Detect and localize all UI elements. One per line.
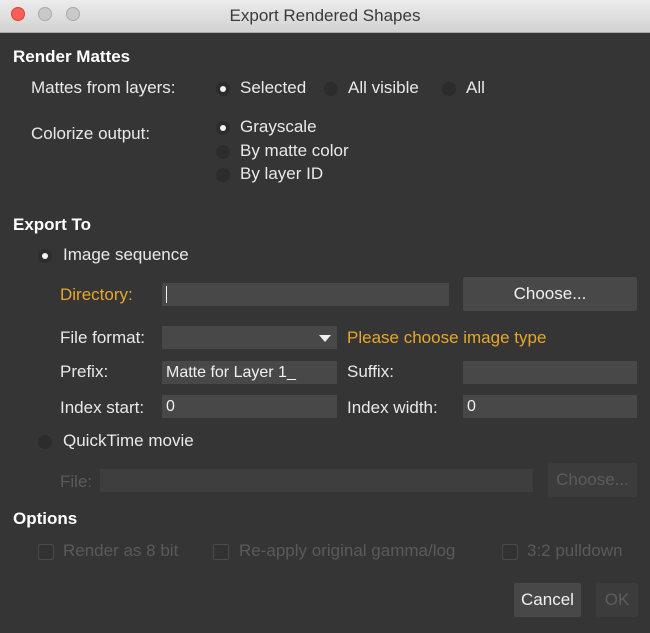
quicktime-file-input[interactable] [100,469,533,492]
text-caret [166,286,167,303]
chevron-down-icon [319,335,331,342]
choose-quicktime-file-button[interactable]: Choose... [548,463,637,497]
quicktime-radio[interactable] [38,435,52,449]
mattes-all-visible-radio[interactable] [324,82,338,96]
render-mattes-heading: Render Mattes [13,47,131,66]
prefix-input[interactable]: Matte for Layer 1_ [162,361,337,384]
window-title: Export Rendered Shapes [229,6,421,25]
mattes-selected-radio[interactable] [216,82,230,96]
colorize-layer-id-label[interactable]: By layer ID [240,164,323,184]
pulldown-label: 3:2 pulldown [527,541,623,560]
directory-input[interactable] [162,283,449,306]
file-format-label: File format: [60,328,146,347]
quicktime-file-label: File: [60,472,93,491]
export-to-heading: Export To [13,215,92,234]
file-format-dropdown[interactable] [162,326,337,349]
ok-button[interactable]: OK [596,583,638,617]
colorize-layer-id-radio[interactable] [216,168,230,182]
mattes-all-visible-label[interactable]: All visible [348,78,419,98]
index-width-input[interactable]: 0 [463,395,637,418]
mattes-all-label[interactable]: All [466,78,485,98]
index-width-label: Index width: [347,398,438,417]
colorize-output-label: Colorize output: [31,124,151,143]
options-heading: Options [13,509,78,528]
title-bar: Export Rendered Shapes [0,0,650,33]
cancel-button[interactable]: Cancel [514,583,581,617]
index-start-input[interactable]: 0 [162,395,337,418]
mattes-selected-label[interactable]: Selected [240,78,306,98]
colorize-grayscale-label[interactable]: Grayscale [240,117,317,137]
image-sequence-label[interactable]: Image sequence [63,245,189,265]
reapply-gamma-label: Re-apply original gamma/log [239,541,456,560]
image-sequence-radio[interactable] [38,249,52,263]
colorize-matte-color-label[interactable]: By matte color [240,141,349,161]
suffix-input[interactable] [463,361,637,384]
reapply-gamma-checkbox[interactable] [213,544,229,560]
prefix-label: Prefix: [60,362,109,381]
index-start-label: Index start: [60,398,145,417]
render-8bit-label: Render as 8 bit [63,541,179,560]
file-format-warning: Please choose image type [347,328,547,347]
render-8bit-checkbox[interactable] [38,544,54,560]
colorize-grayscale-radio[interactable] [216,121,230,135]
colorize-matte-color-radio[interactable] [216,145,230,159]
mattes-from-layers-label: Mattes from layers: [31,78,176,97]
quicktime-label[interactable]: QuickTime movie [63,431,194,451]
choose-directory-button[interactable]: Choose... [463,277,637,311]
mattes-all-radio[interactable] [442,82,456,96]
directory-label: Directory: [60,285,133,304]
suffix-label: Suffix: [347,362,394,381]
pulldown-checkbox[interactable] [502,544,518,560]
